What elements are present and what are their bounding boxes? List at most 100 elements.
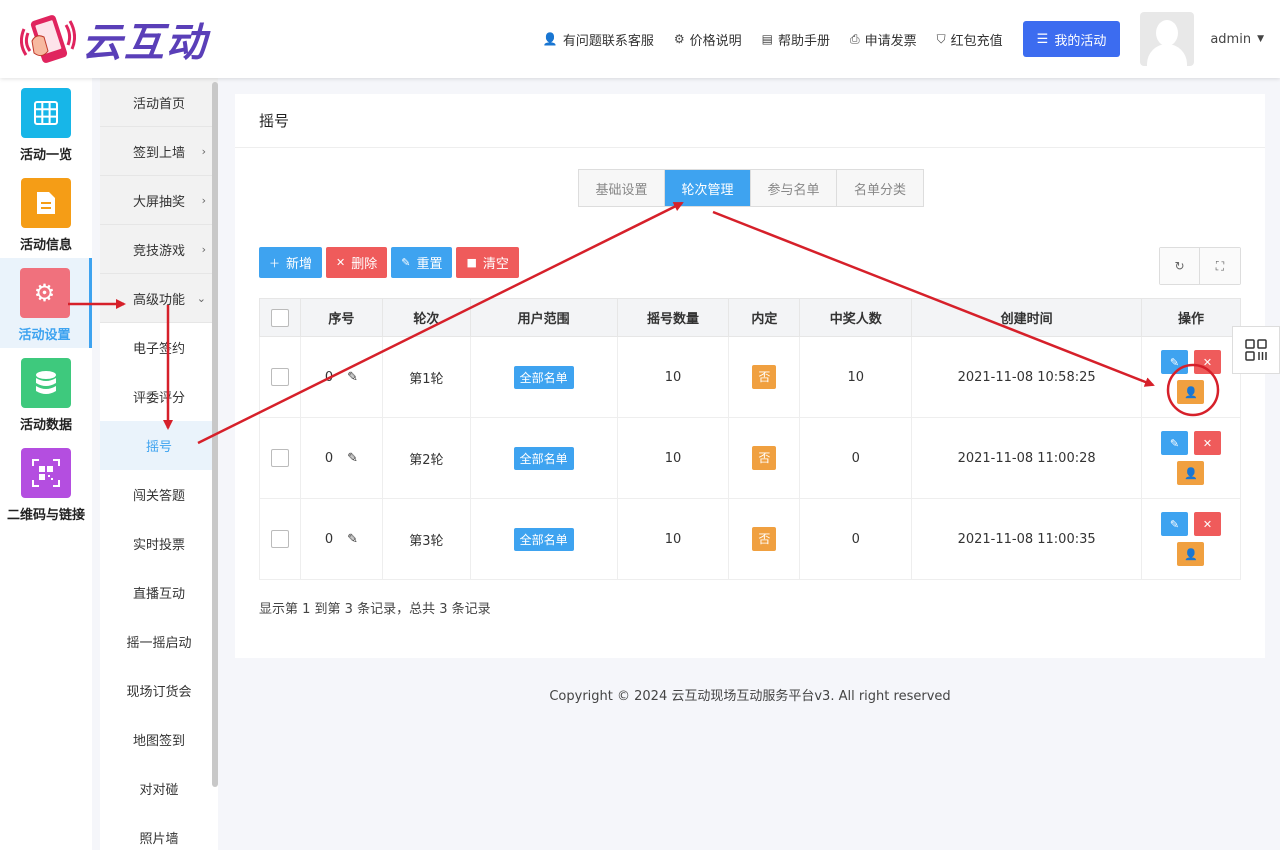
chevron-down-icon: ⌄ — [196, 291, 206, 305]
edit-button[interactable]: ✎ — [1160, 512, 1188, 536]
pagination-info: 显示第 1 到第 3 条记录，总共 3 条记录 — [259, 602, 491, 617]
submenu-item-games[interactable]: 竞技游戏 › — [100, 225, 218, 274]
rail-item-activity-settings[interactable]: ⚙ 活动设置 — [0, 258, 92, 348]
winner-list-button[interactable]: 👤 — [1177, 542, 1205, 566]
delete-row-button[interactable]: ✕ — [1193, 431, 1221, 455]
help-manual-link[interactable]: ▤ 帮助手册 — [762, 30, 830, 49]
database-icon — [21, 358, 71, 408]
close-icon: ✕ — [1202, 517, 1213, 531]
user-icon: 👤 — [1184, 466, 1198, 480]
submenu-item-e-sign[interactable]: 电子签约 — [100, 323, 218, 372]
submenu-item-order-fair[interactable]: 现场订货会 — [100, 666, 218, 715]
winner-list-button[interactable]: 👤 — [1177, 461, 1205, 485]
submenu-item-match[interactable]: 对对碰 — [100, 764, 218, 813]
col-header: 用户范围 — [469, 298, 618, 337]
add-button[interactable]: ＋ 新增 — [259, 247, 323, 278]
seq-value: 0 — [324, 450, 334, 466]
rail-label: 活动一览 — [19, 148, 72, 163]
rail-item-activity-data[interactable]: 活动数据 — [0, 348, 92, 438]
row-checkbox[interactable] — [270, 449, 289, 467]
pencil-icon: ✎ — [1169, 436, 1180, 450]
submenu-item-lottery-draw[interactable]: 摇号 — [100, 421, 218, 470]
submenu-label: 直播互动 — [132, 587, 185, 602]
winner-list-button[interactable]: 👤 — [1177, 380, 1205, 404]
row-checkbox[interactable] — [270, 368, 289, 386]
brand-logo[interactable]: 云互动 — [20, 10, 208, 68]
submenu-item-photo-wall[interactable]: 照片墙 — [100, 813, 218, 850]
invoice-link[interactable]: ⎙ 申请发票 — [850, 30, 917, 49]
pricing-link[interactable]: ⚙ 价格说明 — [674, 30, 742, 49]
pencil-icon: ✎ — [1169, 355, 1180, 369]
submenu-label: 对对碰 — [139, 783, 179, 798]
table-row: 0 ✎ 第1轮 全部名单 10 否 10 2021-11-08 10:58:25 … — [259, 336, 1242, 418]
scope-badge: 全部名单 — [513, 365, 574, 389]
redpacket-recharge-link[interactable]: ⛉ 红包充值 — [937, 30, 1003, 49]
main-panel: 摇号 基础设置 轮次管理 参与名单 名单分类 ＋ 新增 ✕ 删除 ✎ 重置 ■ 清空 ↻… — [235, 94, 1265, 658]
pencil-icon[interactable]: ✎ — [347, 532, 358, 547]
submenu-label: 签到上墙 — [132, 145, 185, 161]
edit-button[interactable]: ✎ — [1160, 431, 1188, 455]
scope-badge: 全部名单 — [513, 446, 574, 470]
round-cell: 第2轮 — [381, 417, 471, 499]
seq-value: 0 — [324, 369, 334, 385]
my-activity-button[interactable]: ☰ 我的活动 — [1022, 21, 1121, 57]
clear-label: 清空 — [482, 257, 509, 272]
avatar[interactable] — [1140, 12, 1195, 66]
delete-row-button[interactable]: ✕ — [1193, 350, 1221, 374]
tab-round-management[interactable]: 轮次管理 — [665, 170, 751, 206]
reset-label: 重置 — [416, 257, 443, 272]
refresh-icon[interactable]: ↻ — [1160, 248, 1200, 284]
submenu-item-advanced[interactable]: 高级功能 ⌄ — [100, 274, 218, 323]
qrcode-icon — [1245, 339, 1267, 361]
col-header: 序号 — [299, 298, 383, 337]
row-select-cell — [259, 336, 301, 418]
hammer-icon: ✎ — [401, 256, 411, 269]
rounds-table: 序号 轮次 用户范围 摇号数量 内定 中奖人数 创建时间 操作 0 ✎ 第1轮 全… — [259, 298, 1242, 580]
tab-participant-list[interactable]: 参与名单 — [751, 170, 837, 206]
submenu-item-checkin-wall[interactable]: 签到上墙 › — [100, 127, 218, 176]
row-checkbox[interactable] — [270, 530, 289, 548]
clear-button[interactable]: ■ 清空 — [456, 247, 519, 278]
submenu-item-vote[interactable]: 实时投票 — [100, 519, 218, 568]
top-nav: 👤 有问题联系客服 ⚙ 价格说明 ▤ 帮助手册 ⎙ 申请发票 ⛉ 红包充值 ☰ … — [543, 0, 1280, 78]
delete-button[interactable]: ✕ 删除 — [326, 247, 388, 278]
submenu-scrollbar[interactable] — [212, 82, 218, 787]
submenu-item-live[interactable]: 直播互动 — [100, 568, 218, 617]
count-cell: 10 — [616, 498, 730, 580]
scope-cell: 全部名单 — [469, 498, 618, 580]
submenu-label: 摇号 — [145, 440, 172, 455]
fullscreen-icon[interactable]: ⛶ — [1200, 248, 1240, 284]
tab-list-category[interactable]: 名单分类 — [837, 170, 923, 206]
plus-icon: ＋ — [269, 256, 280, 270]
submenu-item-screen-lottery[interactable]: 大屏抽奖 › — [100, 176, 218, 225]
user-menu[interactable]: admin ▼ — [1210, 32, 1264, 47]
scope-cell: 全部名单 — [469, 417, 618, 499]
pencil-icon[interactable]: ✎ — [347, 370, 358, 385]
scope-cell: 全部名单 — [469, 336, 618, 418]
rail-item-activity-list[interactable]: 活动一览 — [0, 78, 92, 168]
submenu-item-judge-score[interactable]: 评委评分 — [100, 372, 218, 421]
reset-button[interactable]: ✎ 重置 — [391, 247, 453, 278]
tab-basic-settings[interactable]: 基础设置 — [579, 170, 665, 206]
submenu-item-map-checkin[interactable]: 地图签到 — [100, 715, 218, 764]
submenu-item-quiz[interactable]: 闯关答题 — [100, 470, 218, 519]
nav-label: 红包充值 — [950, 33, 1003, 49]
winners-cell: 10 — [799, 336, 913, 418]
chevron-right-icon: › — [201, 242, 206, 256]
username: admin — [1210, 31, 1252, 47]
edit-button[interactable]: ✎ — [1160, 350, 1188, 374]
trash-icon: ■ — [466, 256, 477, 269]
submenu-item-shake-start[interactable]: 摇一摇启动 — [100, 617, 218, 666]
footer-copyright: Copyright © 2024 云互动现场互动服务平台v3. All righ… — [549, 689, 951, 704]
qrcode-float-button[interactable] — [1232, 326, 1280, 374]
submenu-item-activity-home[interactable]: 活动首页 — [100, 78, 218, 127]
rail-item-qrcode-link[interactable]: 二维码与链接 — [0, 438, 92, 528]
pencil-icon[interactable]: ✎ — [347, 451, 358, 466]
submenu-label: 竞技游戏 — [132, 243, 185, 259]
delete-row-button[interactable]: ✕ — [1193, 512, 1221, 536]
add-label: 新增 — [286, 257, 313, 272]
rail-item-activity-info[interactable]: 活动信息 — [0, 168, 92, 258]
page-title: 摇号 — [235, 94, 1265, 148]
select-all-checkbox[interactable] — [270, 308, 289, 327]
contact-support-link[interactable]: 👤 有问题联系客服 — [543, 30, 654, 49]
